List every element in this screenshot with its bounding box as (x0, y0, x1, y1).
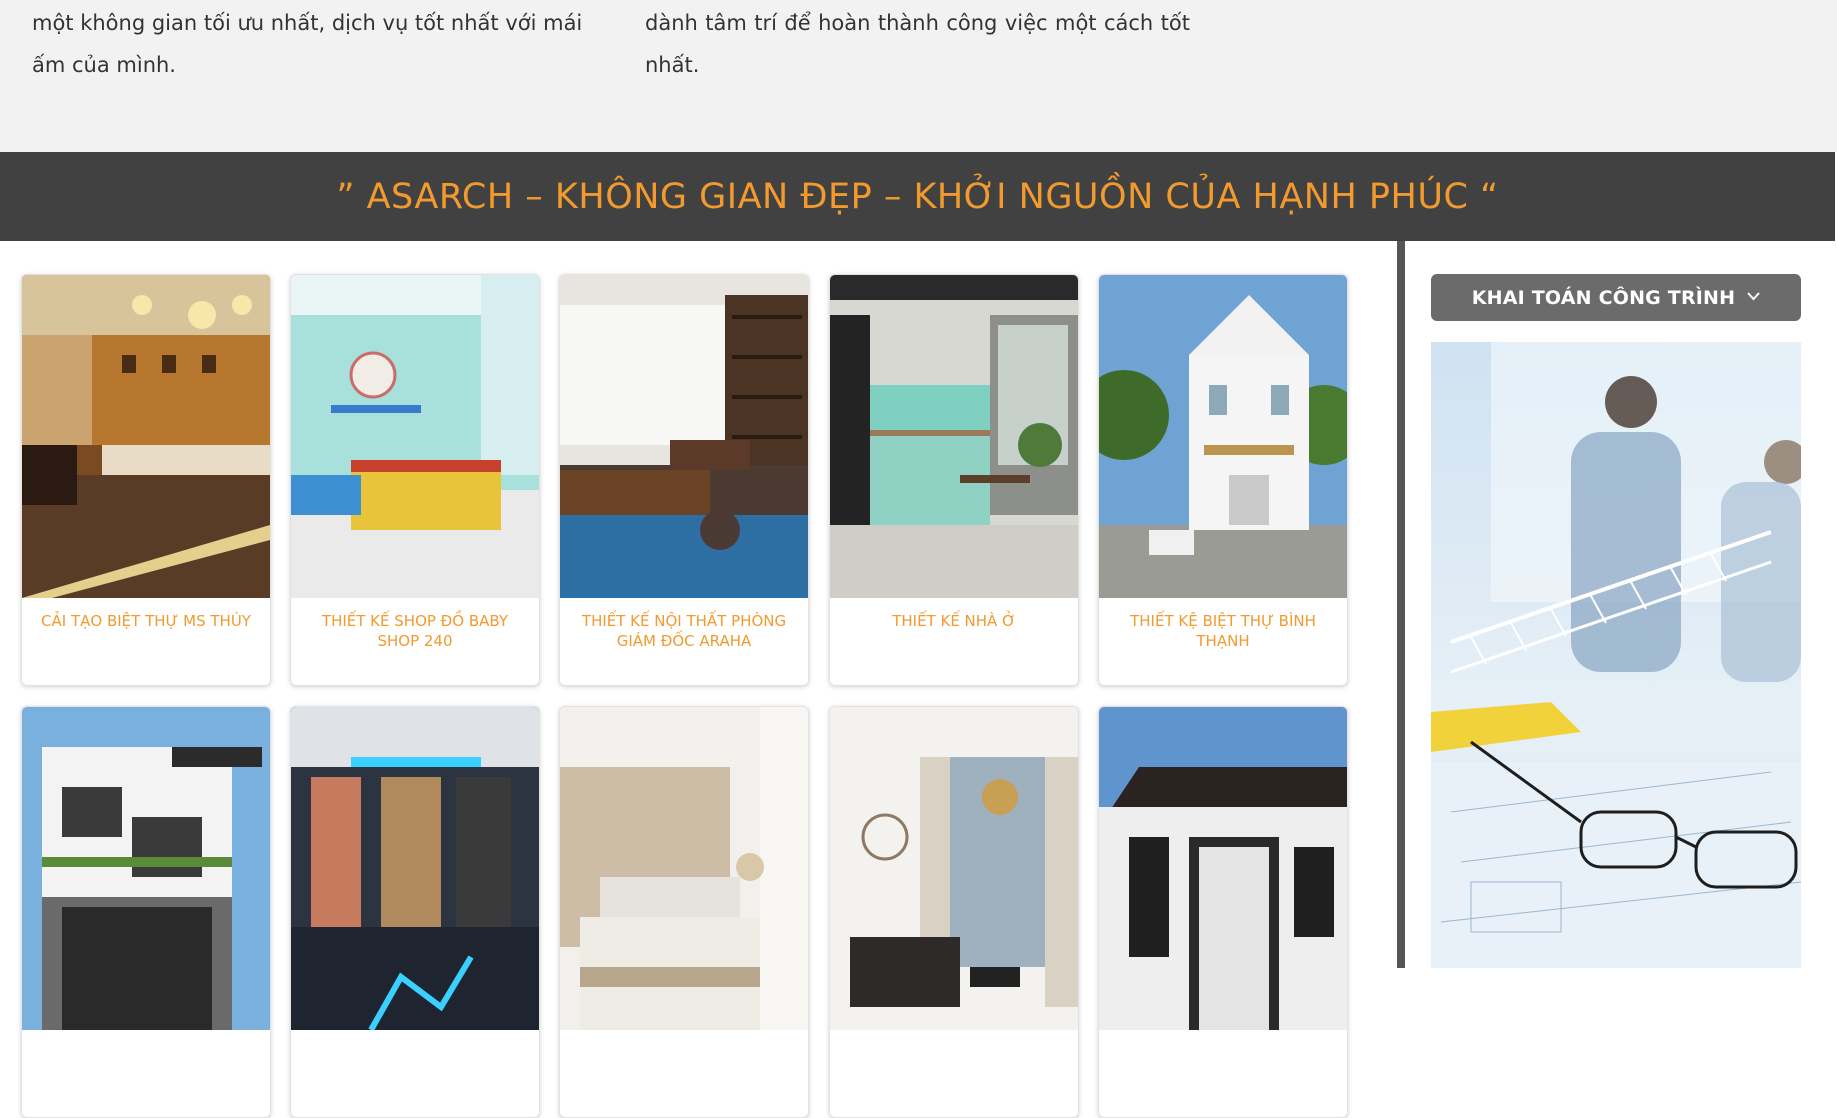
estimate-dropdown-button[interactable]: KHAI TOÁN CÔNG TRÌNH (1431, 274, 1801, 321)
project-image-bedroom[interactable] (560, 707, 808, 1030)
project-image-house-kitchen[interactable] (830, 275, 1078, 598)
project-card[interactable] (290, 706, 540, 1118)
estimate-button-label: KHAI TOÁN CÔNG TRÌNH (1471, 286, 1736, 309)
project-image-house-facade[interactable] (1099, 707, 1347, 1030)
project-image-baby-shop[interactable] (291, 275, 539, 598)
project-image-townhouse[interactable] (22, 707, 270, 1030)
project-card[interactable] (21, 706, 271, 1118)
project-card[interactable] (1098, 706, 1348, 1118)
slogan-title: ” ASARCH – KHÔNG GIAN ĐẸP – KHỞI NGUỒN C… (336, 176, 1499, 217)
intro-text-left: một không gian tối ưu nhất, dịch vụ tốt … (32, 11, 583, 77)
project-image-villa-renovation[interactable] (22, 275, 270, 598)
project-image-living-room[interactable] (830, 707, 1078, 1030)
engineers-blueprint-image (1431, 342, 1801, 968)
project-card[interactable]: THIẾT KẾ NHÀ Ở (829, 274, 1079, 686)
project-title[interactable]: CẢI TẠO BIỆT THỰ MS THÚY (32, 611, 260, 631)
intro-text-right: dành tâm trí để hoàn thành công việc một… (645, 11, 1190, 77)
project-title[interactable]: THIẾT KẾ NHÀ Ở (840, 611, 1068, 631)
project-title[interactable]: THIẾT KẾ NỘI THẤT PHÒNG GIÁM ĐỐC ARAHA (570, 611, 798, 651)
project-card[interactable]: THIẾT KỆ BIỆT THỰ BÌNH THẠNH (1098, 274, 1348, 686)
project-card[interactable]: THIẾT KẾ NỘI THẤT PHÒNG GIÁM ĐỐC ARAHA (559, 274, 809, 686)
project-card[interactable]: THIẾT KẾ SHOP ĐỒ BABY SHOP 240 (290, 274, 540, 686)
chevron-down-icon (1747, 290, 1760, 305)
project-card[interactable] (559, 706, 809, 1118)
slogan-banner: ” ASARCH – KHÔNG GIAN ĐẸP – KHỞI NGUỒN C… (0, 152, 1835, 241)
project-card[interactable]: CẢI TẠO BIỆT THỰ MS THÚY (21, 274, 271, 686)
project-title[interactable]: THIẾT KỆ BIỆT THỰ BÌNH THẠNH (1109, 611, 1337, 651)
project-image-showroom[interactable] (291, 707, 539, 1030)
sidebar-divider (1397, 241, 1405, 968)
project-title[interactable]: THIẾT KẾ SHOP ĐỒ BABY SHOP 240 (301, 611, 529, 651)
project-card[interactable] (829, 706, 1079, 1118)
project-image-white-villa[interactable] (1099, 275, 1347, 598)
project-image-director-office[interactable] (560, 275, 808, 598)
intro-section: một không gian tối ưu nhất, dịch vụ tốt … (0, 0, 1837, 152)
